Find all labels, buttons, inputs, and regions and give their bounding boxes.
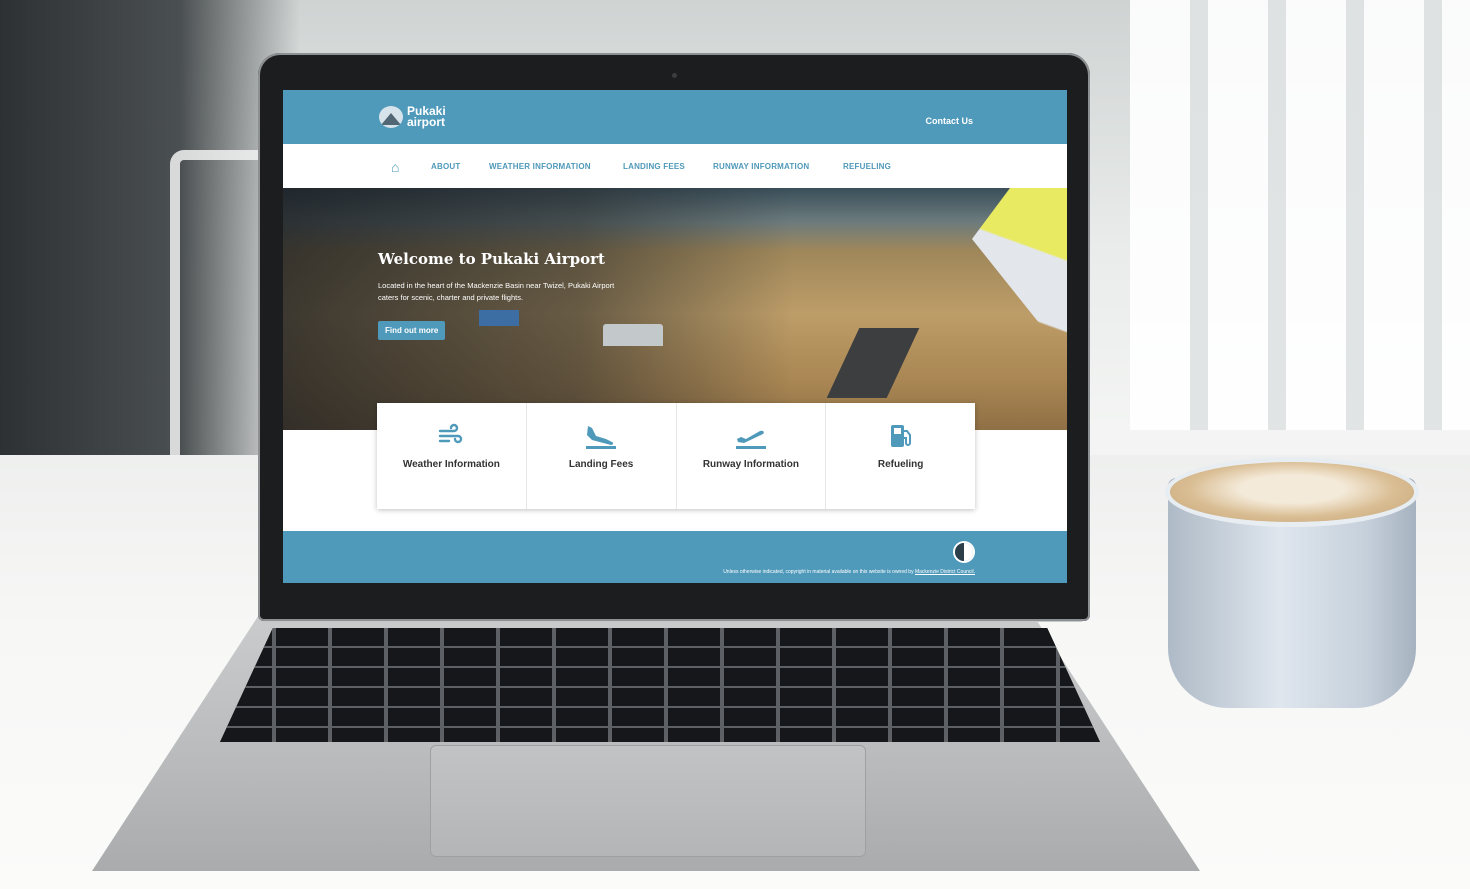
nav-refueling[interactable]: REFUELING <box>843 162 891 171</box>
runway-image <box>826 328 920 398</box>
site-footer: Unless otherwise indicated, copyright in… <box>283 531 1067 583</box>
nav-about[interactable]: ABOUT <box>431 162 460 171</box>
council-logo-icon[interactable] <box>955 543 973 561</box>
card-label: Landing Fees <box>568 459 634 470</box>
hangar-image-blue <box>479 310 519 326</box>
nav-weather-information[interactable]: WEATHER INFORMATION <box>489 162 591 171</box>
nav-runway-information[interactable]: RUNWAY INFORMATION <box>713 162 809 171</box>
logo-text: Pukaki airport <box>407 105 446 129</box>
wind-icon <box>438 423 464 451</box>
site-header: Pukaki airport Contact Us <box>283 90 1067 144</box>
hero-title: Welcome to Pukaki Airport <box>378 250 605 268</box>
camera <box>672 73 677 78</box>
main-nav: ⌂ ABOUT WEATHER INFORMATION LANDING FEES… <box>283 144 1067 188</box>
fuel-pump-icon <box>888 423 914 451</box>
card-landing-fees[interactable]: Landing Fees <box>527 403 677 509</box>
site-logo[interactable]: Pukaki airport <box>379 105 446 129</box>
trackpad <box>430 745 866 857</box>
find-out-more-button[interactable]: Find out more <box>378 321 446 340</box>
card-refueling[interactable]: Refueling <box>826 403 975 509</box>
plane-wing-image <box>972 188 1067 358</box>
card-weather-information[interactable]: Weather Information <box>377 403 527 509</box>
card-label: Runway Information <box>702 459 799 470</box>
footer-text: Unless otherwise indicated, copyright in… <box>723 569 914 575</box>
home-icon[interactable]: ⌂ <box>391 159 399 175</box>
contact-us-link[interactable]: Contact Us <box>925 116 973 126</box>
hero-banner: Welcome to Pukaki Airport Located in the… <box>283 188 1067 430</box>
nav-landing-fees[interactable]: LANDING FEES <box>623 162 685 171</box>
plane-takeoff-icon <box>734 423 768 451</box>
keyboard-rows <box>220 628 1100 742</box>
service-cards: Weather Information Landing Fees Runway … <box>377 403 975 509</box>
logo-line2: airport <box>407 115 446 129</box>
footer-copyright: Unless otherwise indicated, copyright in… <box>723 569 975 575</box>
card-label: Weather Information <box>402 459 500 470</box>
coffee-foam <box>1170 462 1414 522</box>
hangar-image <box>603 324 663 346</box>
hero-text: Located in the heart of the Mackenzie Ba… <box>378 281 615 302</box>
laptop-lid: Pukaki airport Contact Us ⌂ ABOUT WEATHE… <box>258 53 1090 621</box>
laptop-screen: Pukaki airport Contact Us ⌂ ABOUT WEATHE… <box>283 90 1067 583</box>
card-label: Refueling <box>877 459 924 470</box>
plane-landing-icon <box>584 423 618 451</box>
council-link[interactable]: Mackenzie District Council. <box>915 569 975 575</box>
mountain-logo-icon <box>379 106 403 128</box>
card-runway-information[interactable]: Runway Information <box>677 403 827 509</box>
background-window <box>1130 0 1470 430</box>
